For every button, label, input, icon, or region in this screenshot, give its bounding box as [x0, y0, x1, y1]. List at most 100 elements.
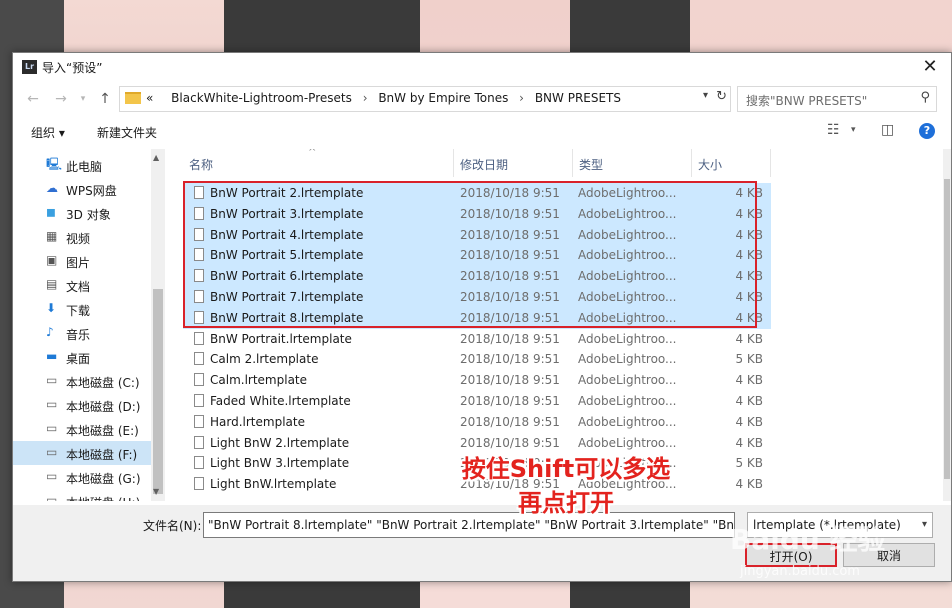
- breadcrumb: « BlackWhite-Lightroom-Presets › BnW by …: [146, 91, 621, 105]
- dialog-title: 导入“预设”: [42, 61, 103, 75]
- sidebar-item[interactable]: ▭ 本地磁盘 (G:): [13, 465, 153, 489]
- sidebar-item[interactable]: ▭ 本地磁盘 (D:): [13, 393, 153, 417]
- sidebar-item-label: 本地磁盘 (D:): [66, 400, 141, 414]
- column-header-label: 修改日期: [460, 158, 509, 172]
- picture-icon: ▣: [46, 253, 58, 267]
- breadcrumb-overflow[interactable]: «: [146, 91, 153, 105]
- sidebar-item-label: 文档: [66, 280, 91, 294]
- sidebar-item[interactable]: ♪ 音乐: [13, 321, 153, 345]
- address-bar[interactable]: « BlackWhite-Lightroom-Presets › BnW by …: [119, 86, 731, 112]
- scrollbar-thumb[interactable]: [944, 179, 950, 479]
- file-row[interactable]: Calm.lrtemplate 2018/10/18 9:51 AdobeLight…: [183, 370, 771, 391]
- close-icon[interactable]: ✕: [919, 56, 941, 78]
- file-list-scrollbar[interactable]: [943, 149, 951, 501]
- file-row[interactable]: BnW Portrait.lrtemplate 2018/10/18 9:51 Ad…: [183, 329, 771, 350]
- new-folder-button[interactable]: 新建文件夹: [97, 124, 157, 141]
- file-date: 2018/10/18 9:51: [460, 269, 560, 284]
- file-type: AdobeLightroo...: [578, 186, 677, 200]
- sidebar-item[interactable]: ▤ 文档: [13, 273, 153, 297]
- file-row[interactable]: Faded White.lrtemplate 2018/10/18 9:51 Ado…: [183, 391, 771, 412]
- breadcrumb-item[interactable]: BnW by Empire Tones: [378, 91, 508, 105]
- sidebar-item[interactable]: ⬇ 下载: [13, 297, 153, 321]
- file-row[interactable]: BnW Portrait 6.lrtemplate 2018/10/18 9:51…: [183, 266, 771, 288]
- tutorial-annotation: 按住Shift可以多选 再点打开: [436, 452, 696, 520]
- preview-pane-icon[interactable]: ◫: [881, 122, 894, 138]
- refresh-icon[interactable]: ↻: [716, 89, 727, 104]
- file-row[interactable]: BnW Portrait 5.lrtemplate 2018/10/18 9:51…: [183, 245, 771, 267]
- file-row[interactable]: Calm 2.lrtemplate 2018/10/18 9:51 AdobeLig…: [183, 349, 771, 370]
- file-name: BnW Portrait 7.lrtemplate: [210, 290, 364, 304]
- file-date: 2018/10/18 9:51: [460, 373, 560, 388]
- scroll-up-arrow-icon[interactable]: ▲: [153, 153, 159, 162]
- music-icon: ♪: [46, 325, 54, 339]
- file-size: 4 KB: [735, 414, 763, 429]
- file-row[interactable]: BnW Portrait 8.lrtemplate 2018/10/18 9:51…: [183, 307, 771, 329]
- file-size: 4 KB: [735, 477, 763, 492]
- search-placeholder: 搜索"BNW PRESETS": [746, 94, 868, 108]
- sidebar-item[interactable]: ◼ 3D 对象: [13, 201, 153, 225]
- breadcrumb-separator-icon[interactable]: ›: [519, 91, 524, 105]
- file-date: 2018/10/18 9:51: [460, 186, 560, 200]
- sidebar-item[interactable]: ▭ 本地磁盘 (F:): [13, 441, 153, 465]
- file-size: 4 KB: [735, 248, 763, 263]
- column-header-name[interactable]: 名称 ^: [183, 149, 453, 177]
- search-input[interactable]: 搜索"BNW PRESETS" ⚲: [737, 86, 937, 112]
- breadcrumb-separator-icon[interactable]: ›: [363, 91, 368, 105]
- file-row[interactable]: Light BnW 2.lrtemplate 2018/10/18 9:51 Ado…: [183, 433, 771, 454]
- column-header-size[interactable]: 大小: [692, 149, 770, 177]
- column-header-label: 类型: [579, 158, 604, 172]
- video-icon: ▦: [46, 229, 58, 243]
- column-separator[interactable]: [770, 149, 771, 177]
- file-type: AdobeLightroo...: [578, 227, 677, 242]
- navigation-pane-scrollbar[interactable]: ▲ ▼: [151, 149, 165, 501]
- file-date: 2018/10/18 9:51: [460, 435, 560, 450]
- forward-arrow-icon[interactable]: →: [51, 89, 71, 109]
- file-icon: [194, 310, 204, 324]
- column-header-date[interactable]: 修改日期: [454, 149, 572, 177]
- file-icon: [194, 477, 204, 491]
- file-list: 名称 ^ 修改日期 类型 大小 BnW Portrait 2.lrtemplat…: [183, 149, 937, 501]
- scrollbar-thumb[interactable]: [153, 289, 163, 494]
- file-type: AdobeLightroo...: [578, 331, 677, 346]
- sidebar-item-label: 本地磁盘 (G:): [66, 472, 141, 486]
- sidebar-item-label: 3D 对象: [66, 208, 111, 222]
- sidebar-item[interactable]: ▣ 图片: [13, 249, 153, 273]
- organize-button[interactable]: 组织 ▾: [31, 124, 65, 141]
- chevron-down-icon[interactable]: ▾: [851, 125, 856, 135]
- file-row[interactable]: BnW Portrait 4.lrtemplate 2018/10/18 9:51…: [183, 224, 771, 246]
- sidebar-item[interactable]: ▬ 桌面: [13, 345, 153, 369]
- recent-locations-chevron-icon[interactable]: ▾: [73, 89, 93, 109]
- file-type: AdobeLightroo...: [578, 206, 677, 221]
- file-row[interactable]: BnW Portrait 3.lrtemplate 2018/10/18 9:51…: [183, 203, 771, 225]
- file-row[interactable]: BnW Portrait 2.lrtemplate 2018/10/18 9:51…: [183, 183, 771, 204]
- column-header-type[interactable]: 类型: [573, 149, 691, 177]
- file-row[interactable]: Hard.lrtemplate 2018/10/18 9:51 AdobeLight…: [183, 412, 771, 433]
- title-bar: Lr 导入“预设” ✕: [13, 53, 951, 81]
- drive-icon: ▭: [46, 373, 58, 387]
- file-type: AdobeLightroo...: [578, 269, 677, 284]
- up-arrow-icon[interactable]: ↑: [95, 89, 115, 109]
- sidebar-item[interactable]: ☁ WPS网盘: [13, 177, 153, 201]
- filename-label: 文件名(N):: [143, 519, 202, 533]
- help-icon[interactable]: ?: [919, 123, 935, 139]
- sidebar-item[interactable]: ▦ 视频: [13, 225, 153, 249]
- drive-icon: ▭: [46, 445, 58, 459]
- breadcrumb-item[interactable]: BlackWhite-Lightroom-Presets: [171, 91, 352, 105]
- sidebar-item[interactable]: ▭ 本地磁盘 (H:): [13, 489, 153, 502]
- drive-icon: ▭: [46, 397, 58, 411]
- search-icon[interactable]: ⚲: [920, 90, 930, 105]
- view-options-icon[interactable]: ☷: [827, 122, 840, 138]
- file-name: Faded White.lrtemplate: [210, 394, 351, 408]
- sidebar-item[interactable]: ▭ 本地磁盘 (C:): [13, 369, 153, 393]
- back-arrow-icon[interactable]: ←: [23, 89, 43, 109]
- chevron-down-icon[interactable]: ▾: [703, 90, 708, 101]
- cloud-icon: ☁: [46, 181, 58, 195]
- cube-icon: ◼: [46, 205, 56, 219]
- scroll-down-arrow-icon[interactable]: ▼: [153, 487, 159, 496]
- file-size: 4 KB: [735, 269, 763, 284]
- file-row[interactable]: BnW Portrait 7.lrtemplate 2018/10/18 9:51…: [183, 287, 771, 308]
- sidebar-item-label: 本地磁盘 (C:): [66, 376, 140, 390]
- sidebar-item[interactable]: ▭ 本地磁盘 (E:): [13, 417, 153, 441]
- sidebar-item[interactable]: 🖳 此电脑: [13, 153, 153, 177]
- breadcrumb-item[interactable]: BNW PRESETS: [535, 91, 621, 105]
